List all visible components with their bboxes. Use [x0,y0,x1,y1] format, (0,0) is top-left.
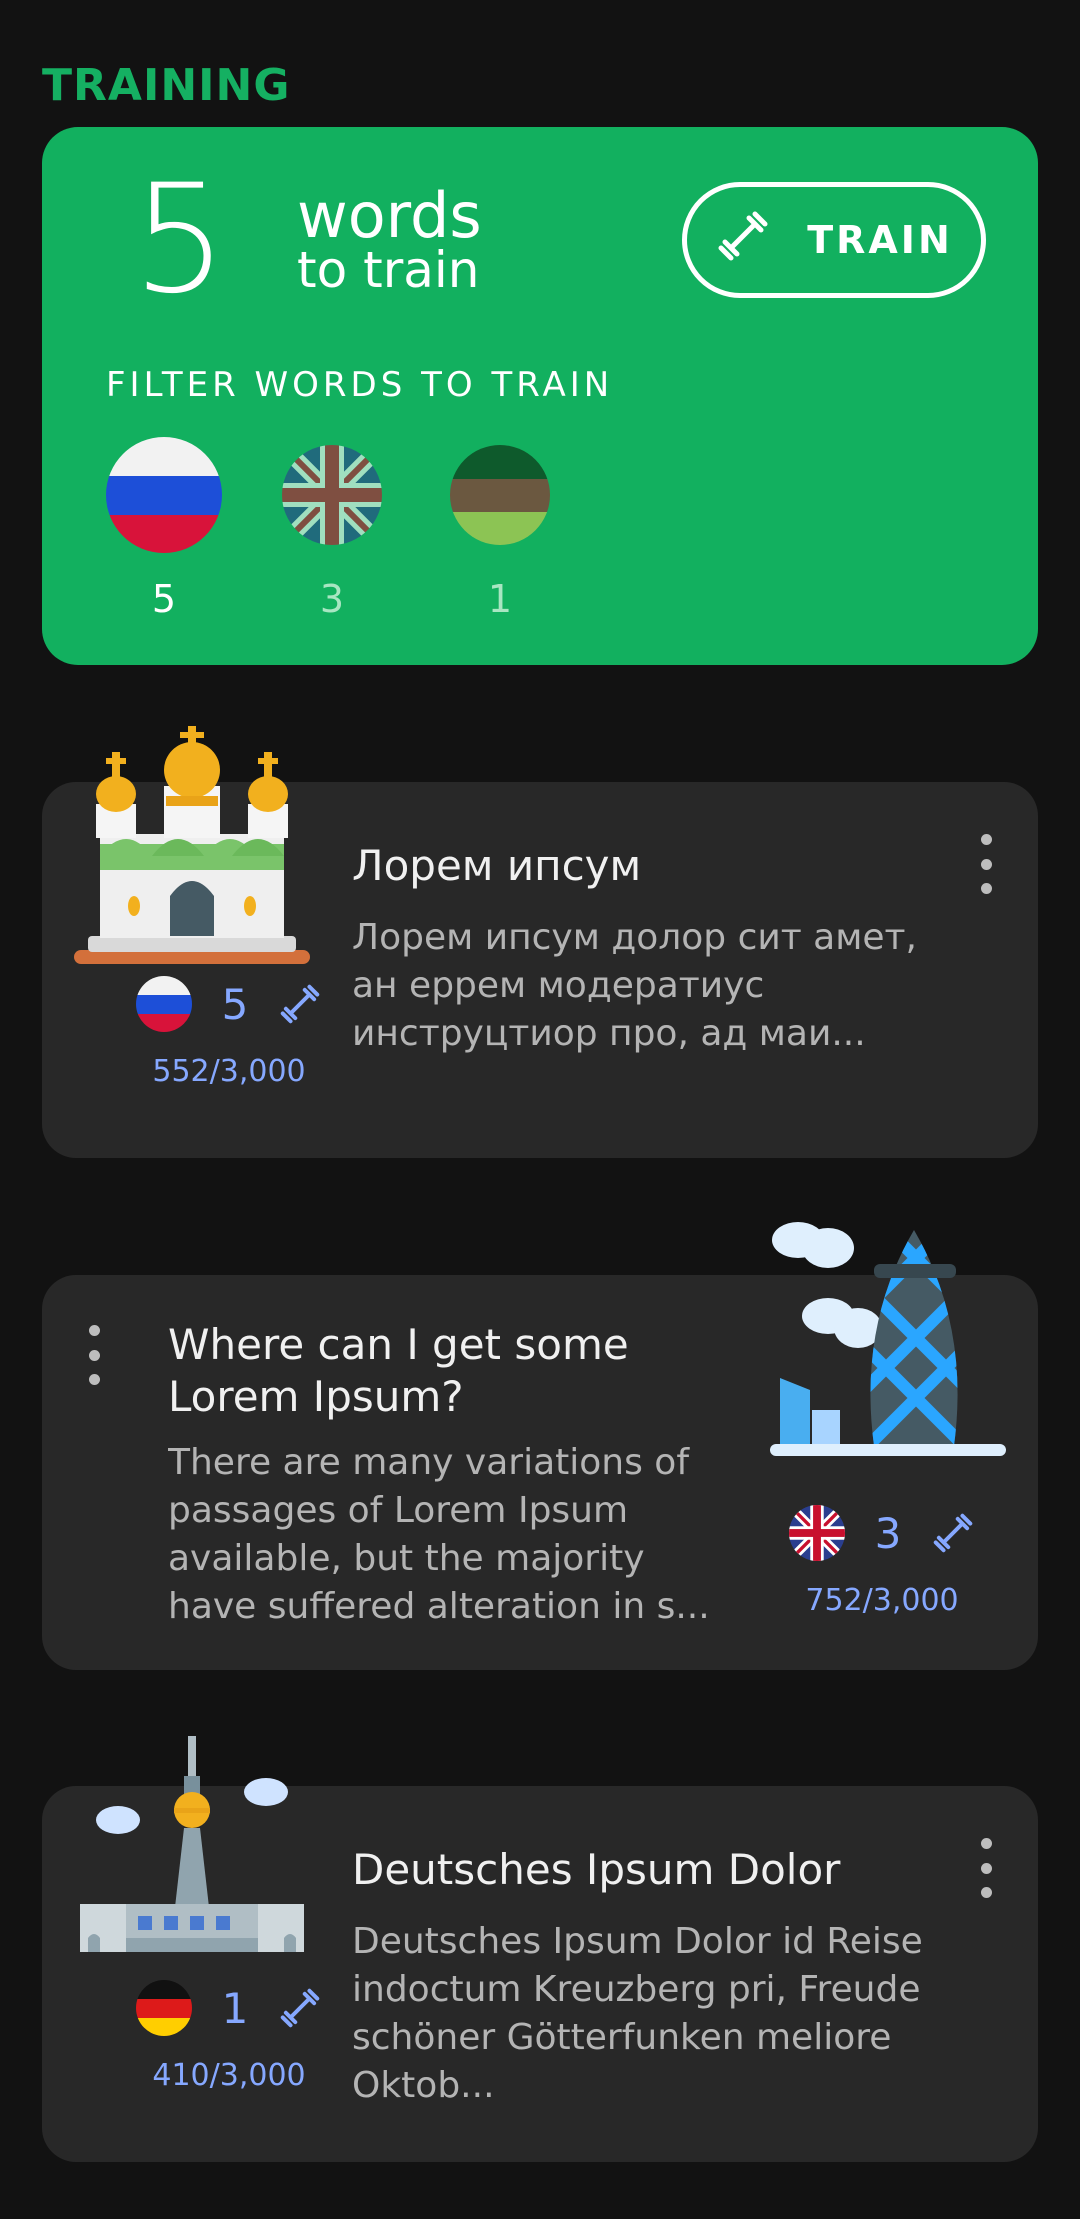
dumbbell-icon[interactable] [278,982,322,1026]
section-title: TRAINING [42,60,291,111]
filter-language-other[interactable]: 1 [430,435,570,621]
deck-stats: 3 752/3,000 [767,1503,997,1618]
germany-flag-icon [135,1980,192,2036]
deck-progress: 752/3,000 [805,1583,959,1618]
deck-word-count: 3 [874,1508,902,1558]
russia-flag-icon [135,976,192,1032]
uk-flag-icon [282,445,382,545]
church-icon [74,726,310,964]
more-options-icon[interactable] [976,1838,996,1898]
deck-title: Лорем ипсум [352,841,642,890]
dumbbell-icon[interactable] [931,1511,975,1555]
more-options-icon[interactable] [84,1325,104,1385]
deck-word-count: 5 [221,979,249,1029]
tv-tower-icon [80,1736,304,1952]
filter-count: 1 [487,577,513,621]
gherkin-tower-icon [770,1222,1006,1456]
deck-stats: 5 552/3,000 [114,974,344,1089]
deck-title: Deutsches Ipsum Dolor [352,1845,841,1894]
deck-progress: 552/3,000 [152,1054,306,1089]
russia-flag-icon [106,437,222,553]
more-options-icon[interactable] [976,834,996,894]
deck-description: Deutsches Ipsum Dolor id Reise indoctum … [352,1921,923,2106]
deck-description: There are many variations of passages of… [168,1442,710,1627]
uk-flag-icon [788,1505,845,1561]
deck-description: Лорем ипсум долор сит амет, ан еррем мод… [352,917,917,1054]
train-button[interactable]: TRAIN [682,182,986,298]
train-button-label: TRAIN [807,218,953,262]
filter-language-english[interactable]: 3 [262,435,402,621]
tricolor-flag-icon [450,445,550,545]
words-label: words [297,179,482,252]
to-train-label: to train [297,241,480,299]
deck-progress: 410/3,000 [152,2058,306,2093]
filter-count: 5 [151,577,177,621]
deck-word-count: 1 [221,1983,249,2033]
filter-label: FILTER WORDS TO TRAIN [106,365,614,405]
training-summary-card: 5 words to train TRAIN FILTER WORDS TO T… [42,127,1038,665]
words-to-train-count: 5 [132,153,228,327]
filter-count: 3 [319,577,345,621]
dumbbell-icon [715,208,771,273]
dumbbell-icon[interactable] [278,1986,322,2030]
filter-language-russian[interactable]: 5 [94,435,234,621]
deck-stats: 1 410/3,000 [114,1978,344,2093]
deck-title: Where can I get some Lorem Ipsum? [168,1320,629,1421]
